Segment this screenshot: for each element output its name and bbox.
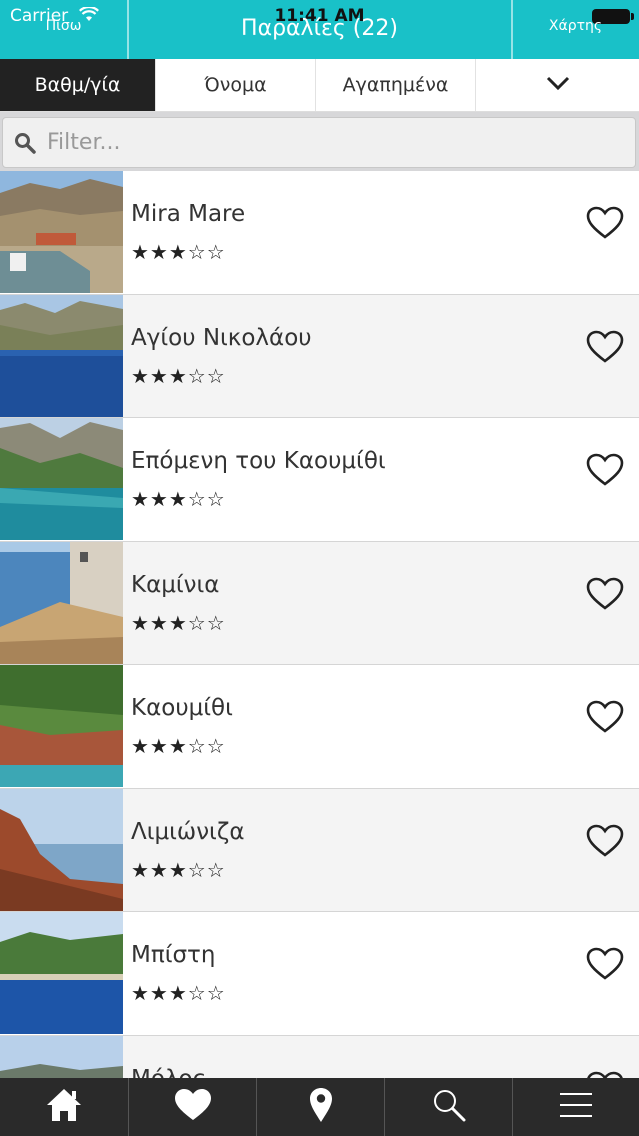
tab-more[interactable] xyxy=(476,59,639,111)
beach-name: Καουμίθι xyxy=(131,695,233,721)
tab-search[interactable] xyxy=(385,1078,513,1136)
heart-outline-icon[interactable] xyxy=(585,576,625,612)
beach-thumbnail xyxy=(0,541,123,664)
search-input[interactable] xyxy=(47,130,607,155)
list-item[interactable]: Καουμίθι ★★★☆☆ xyxy=(0,665,639,789)
tab-rating[interactable]: Βαθμ/γία xyxy=(0,59,156,111)
list-item[interactable]: Επόμενη του Καουμίθι ★★★☆☆ xyxy=(0,418,639,542)
list-item[interactable]: Καμίνια ★★★☆☆ xyxy=(0,541,639,665)
tab-favorites[interactable]: Αγαπημένα xyxy=(316,59,476,111)
beach-name: Λιμιώνιζα xyxy=(131,818,245,845)
star-rating: ★★★☆☆ xyxy=(131,857,226,882)
back-button[interactable]: Πίσω xyxy=(0,18,127,34)
heart-outline-icon[interactable] xyxy=(585,699,625,735)
beach-name: Επόμενη του Καουμίθι xyxy=(131,448,386,474)
list-item[interactable]: Mira Mare ★★★☆☆ xyxy=(0,171,639,295)
tab-favorites-bar[interactable] xyxy=(129,1078,257,1136)
beach-thumbnail xyxy=(0,665,123,787)
navigation-bar: Carrier 11:41 AM Πίσω Παραλίες (22) Χάρτ… xyxy=(0,0,639,59)
star-rating: ★★★☆☆ xyxy=(131,981,226,1005)
heart-icon xyxy=(173,1087,213,1127)
star-rating: ★★★☆☆ xyxy=(131,610,226,635)
menu-icon xyxy=(560,1092,592,1122)
beach-thumbnail xyxy=(0,788,123,911)
list-item[interactable]: Μπίστη ★★★☆☆ xyxy=(0,912,639,1036)
search-bar xyxy=(0,112,639,171)
search-icon xyxy=(3,132,47,154)
star-rating: ★★★☆☆ xyxy=(131,734,226,758)
beach-name: Μόλος xyxy=(131,1066,206,1079)
heart-outline-icon[interactable] xyxy=(585,452,625,488)
star-rating: ★★★☆☆ xyxy=(131,363,226,388)
page-title: Παραλίες (22) xyxy=(241,16,398,41)
tab-menu[interactable] xyxy=(513,1078,639,1136)
beach-list: Mira Mare ★★★☆☆ Αγίου Νικολάου ★★★☆☆ Επό… xyxy=(0,171,639,1078)
location-pin-icon xyxy=(309,1087,333,1127)
list-item[interactable]: Μόλος ★★★☆☆ xyxy=(0,1035,639,1079)
heart-outline-icon[interactable] xyxy=(585,946,625,982)
tab-map[interactable] xyxy=(257,1078,385,1136)
search-field xyxy=(2,117,636,168)
star-rating: ★★★☆☆ xyxy=(131,487,226,511)
beach-thumbnail xyxy=(0,1035,123,1078)
tab-name[interactable]: Όνομα xyxy=(156,59,316,111)
beach-name: Καμίνια xyxy=(131,571,220,598)
heart-outline-icon[interactable] xyxy=(585,205,625,241)
chevron-down-icon xyxy=(546,74,570,96)
star-rating: ★★★☆☆ xyxy=(131,240,226,264)
tab-home[interactable] xyxy=(0,1078,129,1136)
beach-thumbnail xyxy=(0,418,123,540)
list-item[interactable]: Λιμιώνιζα ★★★☆☆ xyxy=(0,788,639,912)
beach-name: Μπίστη xyxy=(131,942,216,968)
bottom-tab-bar xyxy=(0,1078,639,1136)
map-button[interactable]: Χάρτης xyxy=(512,18,639,34)
home-icon xyxy=(45,1087,83,1127)
beach-thumbnail xyxy=(0,912,123,1034)
heart-outline-icon[interactable] xyxy=(585,1070,625,1078)
heart-outline-icon[interactable] xyxy=(585,329,625,365)
heart-outline-icon[interactable] xyxy=(585,823,625,859)
sort-tabs: Βαθμ/γία Όνομα Αγαπημένα xyxy=(0,59,639,112)
list-item[interactable]: Αγίου Νικολάου ★★★☆☆ xyxy=(0,294,639,418)
search-icon xyxy=(432,1088,466,1126)
beach-thumbnail xyxy=(0,294,123,417)
beach-name: Mira Mare xyxy=(131,201,246,227)
beach-name: Αγίου Νικολάου xyxy=(131,324,312,351)
beach-thumbnail xyxy=(0,171,123,293)
